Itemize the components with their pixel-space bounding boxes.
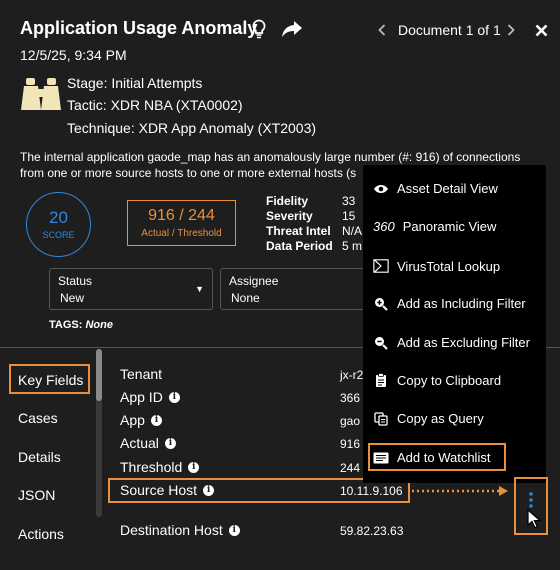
field-tenant-label: Tenant xyxy=(120,366,163,382)
menu-item-label: Copy to Clipboard xyxy=(397,373,502,388)
menu-item-add-including-filter[interactable]: Add as Including Filter xyxy=(373,296,526,311)
tab-cases[interactable]: Cases xyxy=(18,410,58,426)
assignee-dropdown[interactable]: Assignee None xyxy=(220,268,370,310)
threat-intel-label: Threat Intel xyxy=(266,224,331,238)
tabs-scrollbar-thumb[interactable] xyxy=(96,349,102,401)
tags-value: None xyxy=(85,319,113,331)
kebab-menu-icon[interactable] xyxy=(528,491,534,509)
menu-item-label: Add as Excluding Filter xyxy=(397,335,530,350)
chevron-left-icon[interactable] xyxy=(378,24,386,36)
field-source-host-label: Source Host xyxy=(120,482,198,498)
tags-row: TAGS: None xyxy=(49,319,113,331)
field-app-label: App xyxy=(120,412,145,428)
field-tenant: Tenant xyxy=(120,366,162,382)
field-threshold: Threshold i xyxy=(120,459,200,475)
info-icon[interactable]: i xyxy=(164,437,176,449)
field-app-id: App ID i xyxy=(120,389,180,405)
timestamp: 12/5/25, 9:34 PM xyxy=(20,47,127,63)
field-threshold-value: 244 xyxy=(340,461,361,475)
menu-item-label: Add as Including Filter xyxy=(397,296,526,311)
info-icon[interactable]: i xyxy=(188,461,200,473)
field-app-value: gao xyxy=(340,414,361,428)
field-destination-host-value[interactable]: 59.82.23.63 xyxy=(340,524,403,538)
description-line-1: The internal application gaode_map has a… xyxy=(20,150,521,164)
close-icon[interactable] xyxy=(535,24,548,37)
status-dropdown-label: Status xyxy=(58,274,93,288)
technique-text: Technique: XDR App Anomaly (XT2003) xyxy=(67,120,317,136)
threat-intel-value: N/A xyxy=(342,224,363,238)
caret-down-icon: ▼ xyxy=(195,284,204,294)
status-dropdown[interactable]: Status New ▼ xyxy=(49,268,213,310)
score-label: SCORE xyxy=(42,230,75,240)
data-period-value: 5 m xyxy=(342,239,363,253)
description-line-2: from one or more source hosts to one or … xyxy=(20,166,357,180)
zoom-out-icon xyxy=(373,336,389,350)
stage-text: Stage: Initial Attempts xyxy=(67,75,203,91)
assignee-dropdown-label: Assignee xyxy=(229,274,279,288)
field-source-host: Source Host i xyxy=(120,482,215,498)
watchlist-highlight xyxy=(368,443,506,471)
severity-value: 15 xyxy=(342,209,356,223)
menu-item-panoramic-view[interactable]: 360 Panoramic View xyxy=(373,219,496,234)
field-threshold-label: Threshold xyxy=(120,459,183,475)
menu-item-label: Asset Detail View xyxy=(397,181,498,196)
context-menu: Asset Detail View 360 Panoramic View Vir… xyxy=(363,165,546,483)
menu-item-label: Copy as Query xyxy=(397,411,484,426)
score-badge: 20 SCORE xyxy=(26,192,91,257)
field-actual-label: Actual xyxy=(120,435,159,451)
data-period-label: Data Period xyxy=(266,239,333,253)
360-icon: 360 xyxy=(373,219,395,234)
ratio-value: 916 / 244 xyxy=(148,207,215,224)
field-app-id-value: 366 xyxy=(340,391,361,405)
binoculars-icon xyxy=(20,76,62,114)
menu-item-add-excluding-filter[interactable]: Add as Excluding Filter xyxy=(373,335,530,350)
field-app: App i xyxy=(120,412,162,428)
menu-item-label: Panoramic View xyxy=(402,219,497,234)
fidelity-label: Fidelity xyxy=(266,194,309,208)
page-title: Application Usage Anomaly xyxy=(20,18,258,38)
field-destination-host: Destination Host i xyxy=(120,522,240,538)
actual-threshold-box: 916 / 244 Actual / Threshold xyxy=(127,200,236,246)
chevron-right-icon[interactable] xyxy=(507,24,515,36)
tab-key-fields[interactable]: Key Fields xyxy=(18,372,83,388)
field-destination-host-label: Destination Host xyxy=(120,522,223,538)
field-tenant-value: jx-r2 xyxy=(340,368,364,382)
clipboard-icon xyxy=(373,373,389,388)
ratio-label: Actual / Threshold xyxy=(141,228,222,239)
field-actual: Actual i xyxy=(120,435,176,451)
assignee-dropdown-value: None xyxy=(231,291,260,305)
info-icon[interactable]: i xyxy=(150,414,162,426)
pointer-arrow xyxy=(410,484,512,498)
share-icon[interactable] xyxy=(281,20,303,38)
menu-item-label: VirusTotal Lookup xyxy=(397,258,501,274)
info-icon[interactable]: i xyxy=(228,524,240,536)
field-source-host-value[interactable]: 10.11.9.106 xyxy=(340,484,403,498)
tactic-text: Tactic: XDR NBA (XTA0002) xyxy=(67,97,243,113)
status-dropdown-value: New xyxy=(60,291,85,305)
menu-item-copy-as-query[interactable]: Copy as Query xyxy=(373,411,484,426)
tab-details[interactable]: Details xyxy=(18,449,61,465)
mouse-cursor-icon xyxy=(527,509,541,529)
menu-item-asset-detail-view[interactable]: Asset Detail View xyxy=(373,181,498,196)
menu-item-copy-to-clipboard[interactable]: Copy to Clipboard xyxy=(373,373,501,388)
info-icon[interactable]: i xyxy=(203,484,215,496)
lightbulb-icon[interactable] xyxy=(251,19,267,39)
virustotal-icon xyxy=(373,258,389,274)
info-icon[interactable]: i xyxy=(168,391,180,403)
eye-icon xyxy=(373,184,389,194)
zoom-in-icon xyxy=(373,297,389,311)
tags-label: TAGS: xyxy=(49,319,83,331)
severity-label: Severity xyxy=(266,209,313,223)
tab-actions[interactable]: Actions xyxy=(18,526,64,542)
document-counter: Document 1 of 1 xyxy=(398,22,501,38)
tab-json[interactable]: JSON xyxy=(18,487,55,503)
menu-item-virustotal-lookup[interactable]: VirusTotal Lookup xyxy=(373,258,500,274)
copy-query-icon xyxy=(373,411,389,426)
field-actual-value: 916 xyxy=(340,437,361,451)
field-app-id-label: App ID xyxy=(120,389,163,405)
score-value: 20 xyxy=(49,208,68,227)
fidelity-value: 33 xyxy=(342,194,356,208)
